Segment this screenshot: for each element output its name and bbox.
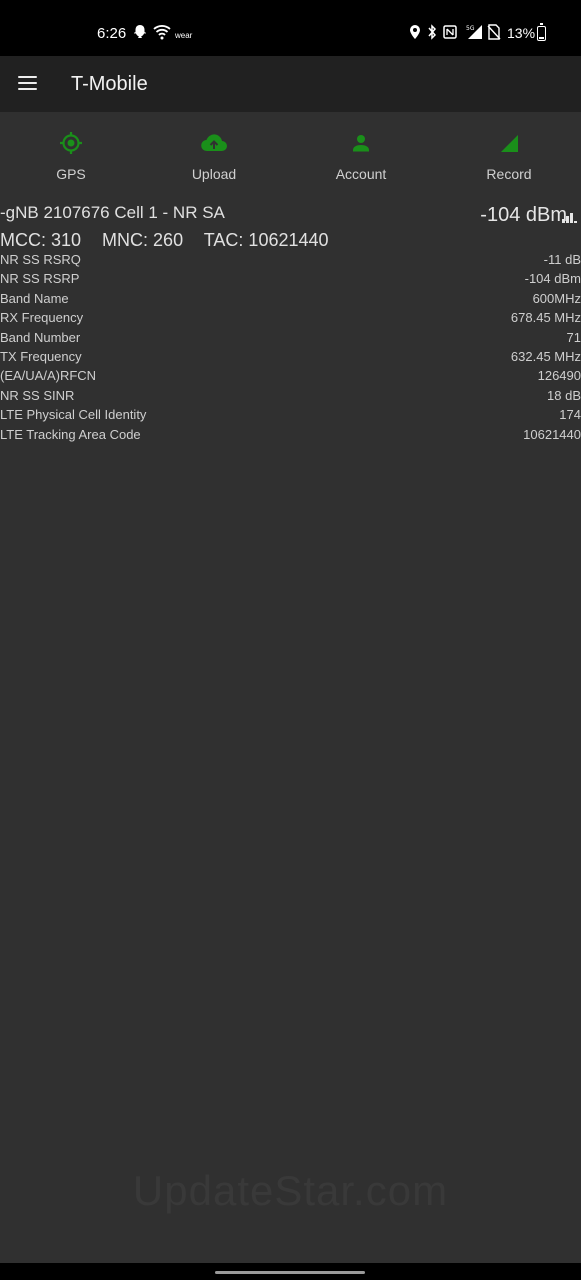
detail-value: -11 dB <box>543 252 581 267</box>
detail-label: Band Number <box>0 329 81 345</box>
detail-row-rsrq: NR SS RSRQ -11 dB <box>0 250 581 269</box>
detail-row-band-number: Band Number 71 <box>0 328 581 347</box>
detail-value: 126490 <box>537 368 581 384</box>
mnc-value: MNC: 260 <box>102 230 184 250</box>
detail-label: RX Frequency <box>0 310 84 326</box>
snapchat-ghost-icon <box>133 24 147 45</box>
detail-value: 71 <box>566 329 581 345</box>
wifi-icon <box>153 24 171 45</box>
detail-value: 18 dB <box>547 387 581 403</box>
gps-button[interactable]: GPS <box>21 130 121 190</box>
detail-row-rsrp: NR SS RSRP -104 dBm <box>0 269 581 288</box>
detail-label: NR SS SINR <box>0 387 75 403</box>
upload-label: Upload <box>191 166 237 182</box>
navigation-bar <box>0 1263 581 1280</box>
detail-value: 632.45 MHz <box>510 348 581 364</box>
person-icon <box>311 130 411 156</box>
detail-label: (EA/UA/A)RFCN <box>0 368 97 384</box>
status-bar: 6:26 wear 5G 13% <box>0 0 581 56</box>
detail-list: NR SS RSRQ -11 dB NR SS RSRP -104 dBm Band… <box>0 250 581 444</box>
app-title: T-Mobile <box>71 73 148 95</box>
gps-crosshair-icon <box>21 130 121 156</box>
detail-row-pci: LTE Physical Cell Identity 174 <box>0 405 581 424</box>
detail-row-tac: LTE Tracking Area Code 10621440 <box>0 425 581 444</box>
detail-row-sinr: NR SS SINR 18 dB <box>0 386 581 405</box>
location-icon <box>409 24 421 45</box>
app-bar: T-Mobile <box>0 56 581 112</box>
detail-label: NR SS RSRP <box>0 271 80 287</box>
watermark: UpdateStar.com <box>132 1167 449 1214</box>
svg-text:5G: 5G <box>466 25 475 32</box>
5g-signal-icon: 5G <box>464 24 484 45</box>
record-label: Record <box>486 166 532 182</box>
cell-identifiers: MCC: 310 MNC: 260 TAC: 10621440 <box>0 230 345 251</box>
nfc-icon <box>443 24 457 45</box>
detail-value: -104 dBm <box>524 271 581 287</box>
upload-button[interactable]: Upload <box>164 130 264 190</box>
detail-value: 600MHz <box>532 290 581 306</box>
detail-label: Band Name <box>0 290 69 306</box>
detail-label: TX Frequency <box>0 348 82 364</box>
detail-row-band-name: Band Name 600MHz <box>0 289 581 308</box>
cloud-upload-icon <box>164 130 264 156</box>
status-time: 6:26 <box>97 25 127 42</box>
bluetooth-icon <box>427 24 437 45</box>
gesture-handle[interactable] <box>215 1271 365 1274</box>
detail-row-rx-frequency: RX Frequency 678.45 MHz <box>0 308 581 327</box>
hamburger-menu-icon[interactable] <box>18 76 38 92</box>
cell-header: -gNB 2107676 Cell 1 - NR SA <box>0 203 225 222</box>
signal-triangle-icon <box>459 130 559 156</box>
detail-label: LTE Physical Cell Identity <box>0 407 147 423</box>
mcc-value: MCC: 310 <box>0 230 82 250</box>
wear-label: wear <box>175 31 193 40</box>
detail-value: 174 <box>559 407 581 423</box>
detail-label: LTE Tracking Area Code <box>0 426 141 442</box>
no-sim-icon <box>487 24 501 45</box>
detail-row-tx-frequency: TX Frequency 632.45 MHz <box>0 347 581 366</box>
record-button[interactable]: Record <box>459 130 559 190</box>
action-toolbar: GPS Upload Account Record <box>0 112 581 192</box>
tac-value: TAC: 10621440 <box>203 230 329 250</box>
detail-row-rfcn: (EA/UA/A)RFCN 126490 <box>0 366 581 385</box>
detail-value: 10621440 <box>523 426 581 442</box>
signal-bars-icon <box>562 209 578 223</box>
account-label: Account <box>335 166 387 182</box>
battery-percent: 13% <box>507 25 536 41</box>
battery-icon <box>537 23 546 41</box>
signal-strength: -104 dBm <box>480 204 567 226</box>
gps-label: GPS <box>56 166 86 182</box>
account-button[interactable]: Account <box>311 130 411 190</box>
detail-value: 678.45 MHz <box>510 310 581 326</box>
detail-label: NR SS RSRQ <box>0 252 81 267</box>
